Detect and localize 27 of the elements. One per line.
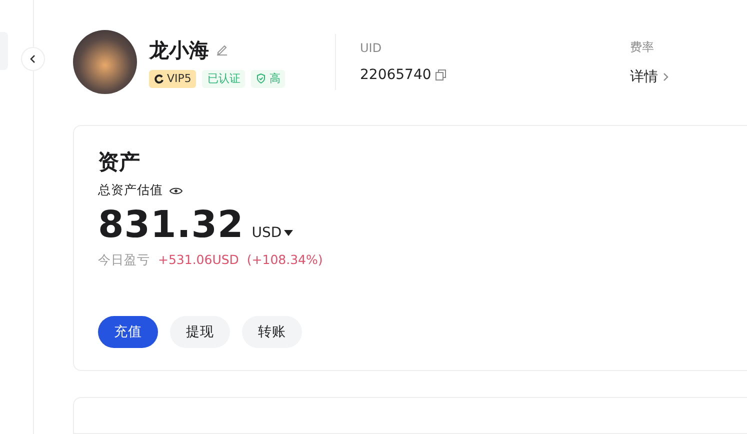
shield-check-icon: [256, 73, 266, 84]
copy-icon[interactable]: [435, 69, 448, 81]
eye-icon[interactable]: [169, 186, 183, 196]
currency-selector[interactable]: USD: [252, 225, 293, 241]
pnl-percent: (+108.34%): [246, 252, 323, 269]
chevron-right-icon: [662, 72, 670, 82]
collapse-button[interactable]: [21, 47, 45, 71]
details-link[interactable]: 详情: [630, 68, 658, 86]
security-badge: 高: [251, 70, 286, 88]
chevron-left-icon: [28, 54, 38, 64]
pnl-label: 今日盈亏: [98, 252, 150, 269]
assets-title: 资产: [98, 149, 141, 176]
action-button[interactable]: 提现: [170, 316, 230, 348]
action-button[interactable]: 转账: [242, 316, 302, 348]
info-label: UID: [360, 41, 383, 55]
total-amount: 831.32: [98, 203, 244, 246]
primary-button[interactable]: 充值: [98, 316, 158, 348]
total-assets-label: 总资产估值: [98, 182, 163, 199]
uid-value: 22065740: [360, 67, 432, 83]
info-label: 费率: [630, 38, 655, 56]
user-name: 龙小海: [149, 36, 209, 64]
verified-badge: 已认证: [202, 70, 246, 88]
pnl-value: +531.06USD: [158, 252, 239, 269]
edit-icon[interactable]: [215, 43, 229, 57]
swirl-icon: [154, 74, 164, 84]
vip-badge: VIP5: [149, 70, 196, 88]
caret-icon: [284, 230, 293, 236]
